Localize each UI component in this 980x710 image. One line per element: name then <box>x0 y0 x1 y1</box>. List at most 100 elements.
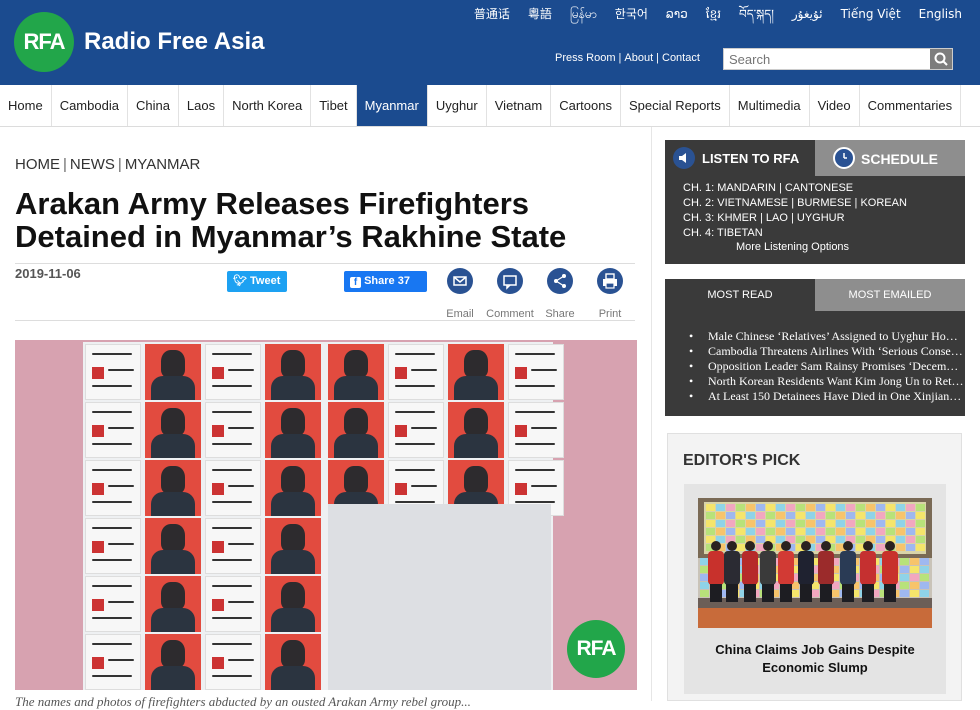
channel-list: CH. 1: MANDARIN | CANTONESE CH. 2: VIETN… <box>683 181 907 241</box>
schedule-tab[interactable]: SCHEDULE <box>815 140 965 176</box>
list-item[interactable]: North Korean Residents Want Kim Jong Un … <box>689 374 964 389</box>
search-input[interactable] <box>724 49 929 69</box>
breadcrumb: HOME | NEWS | MYANMAR <box>15 156 200 173</box>
nav-item-cambodia[interactable]: Cambodia <box>52 85 128 126</box>
portrait-photo <box>448 344 504 400</box>
listen-tab[interactable]: LISTEN TO RFA <box>665 140 815 176</box>
separator: | <box>117 156 122 173</box>
portrait-photo <box>265 460 321 516</box>
name-note <box>85 344 141 400</box>
name-note <box>205 576 261 632</box>
contact-link[interactable]: Contact <box>662 52 700 64</box>
editors-pick-card[interactable]: China Claims Job Gains Despite Economic … <box>684 484 946 694</box>
site-name[interactable]: Radio Free Asia <box>84 28 265 56</box>
name-note <box>205 634 261 690</box>
tab-most-read[interactable]: MOST READ <box>665 279 815 311</box>
nav-item-myanmar[interactable]: Myanmar <box>356 85 428 126</box>
listen-tab-label: LISTEN TO RFA <box>702 151 800 166</box>
separator: | <box>656 52 659 64</box>
breadcrumb-myanmar[interactable]: MYANMAR <box>125 156 201 173</box>
schedule-tab-label: SCHEDULE <box>861 151 939 167</box>
channel-link[interactable]: CH. 1: MANDARIN | CANTONESE <box>683 181 907 196</box>
tweet-button[interactable]: 🐦︎ Tweet <box>227 271 287 292</box>
tab-most-emailed[interactable]: MOST EMAILED <box>815 279 965 311</box>
blank-poster-area <box>328 504 551 690</box>
lang-link-khmer[interactable]: ខ្មែរ <box>706 6 721 22</box>
nav-item-north-korea[interactable]: North Korea <box>224 85 312 126</box>
speaker-icon <box>673 147 695 169</box>
nav-item-tibet[interactable]: Tibet <box>311 85 357 126</box>
print-label: Print <box>598 308 622 320</box>
lang-link-english[interactable]: English <box>919 6 962 22</box>
editors-pick-image[interactable] <box>698 498 932 628</box>
facebook-share-button[interactable]: f Share 37 <box>344 271 427 292</box>
name-note <box>85 634 141 690</box>
list-item[interactable]: Opposition Leader Sam Rainsy Promises ‘D… <box>689 359 964 374</box>
nav-item-china[interactable]: China <box>128 85 179 126</box>
about-link[interactable]: About <box>624 52 653 64</box>
lang-link-vietnamese[interactable]: Tiếng Việt <box>841 6 901 22</box>
portrait-photo <box>265 344 321 400</box>
nav-item-commentaries[interactable]: Commentaries <box>860 85 962 126</box>
name-note <box>388 402 444 458</box>
name-note <box>508 402 564 458</box>
channel-link[interactable]: CH. 4: TIBETAN <box>683 226 907 241</box>
comment-tool[interactable]: Comment <box>485 268 535 320</box>
name-note <box>205 402 261 458</box>
channel-link[interactable]: CH. 3: KHMER | LAO | UYGHUR <box>683 211 907 226</box>
breadcrumb-home[interactable]: HOME <box>15 156 60 173</box>
nav-item-cartoons[interactable]: Cartoons <box>551 85 621 126</box>
name-note <box>85 518 141 574</box>
print-icon <box>597 268 623 294</box>
name-note <box>85 576 141 632</box>
lang-link-tibetan[interactable]: བོད་སྐད། <box>739 6 774 22</box>
share-icon <box>547 268 573 294</box>
portrait-photo <box>145 576 201 632</box>
tweet-label: Tweet <box>250 275 281 287</box>
print-tool[interactable]: Print <box>585 268 635 320</box>
separator: | <box>63 156 67 173</box>
portrait-photo <box>265 634 321 690</box>
nav-item-home[interactable]: Home <box>0 85 52 126</box>
lang-link-uyghur[interactable]: ئۇيغۇر <box>792 6 823 22</box>
nav-item-video[interactable]: Video <box>810 85 860 126</box>
editors-pick-caption[interactable]: China Claims Job Gains Despite Economic … <box>684 641 946 677</box>
nav-item-laos[interactable]: Laos <box>179 85 225 126</box>
list-item[interactable]: Male Chinese ‘Relatives’ Assigned to Uyg… <box>689 329 964 344</box>
email-label: Email <box>446 308 474 320</box>
breadcrumb-news[interactable]: NEWS <box>70 156 115 173</box>
name-note <box>508 344 564 400</box>
share-tool[interactable]: Share <box>535 268 585 320</box>
nav-item-vietnam[interactable]: Vietnam <box>487 85 552 126</box>
twitter-icon: 🐦︎ <box>233 275 247 287</box>
nav-item-special-reports[interactable]: Special Reports <box>621 85 730 126</box>
lang-link-burmese[interactable]: မြန်မာ <box>570 6 597 22</box>
editors-pick-widget: EDITOR'S PICK China Claims Job Gains Des… <box>667 433 962 701</box>
list-item[interactable]: Cambodia Threatens Airlines With ‘Seriou… <box>689 344 964 359</box>
portrait-photo <box>265 518 321 574</box>
portrait-photo <box>265 402 321 458</box>
more-listening-link[interactable]: More Listening Options <box>665 241 920 253</box>
lang-link-cantonese[interactable]: 粵語 <box>528 6 552 22</box>
nav-item-multimedia[interactable]: Multimedia <box>730 85 810 126</box>
lang-link-mandarin[interactable]: 普通话 <box>474 6 510 22</box>
list-item[interactable]: At Least 150 Detainees Have Died in One … <box>689 389 964 404</box>
separator: | <box>618 52 622 64</box>
portrait-photo <box>145 634 201 690</box>
search-button[interactable] <box>930 49 952 69</box>
press-room-link[interactable]: Press Room <box>555 52 616 64</box>
photo-poster <box>83 342 564 690</box>
lang-link-korean[interactable]: 한국어 <box>615 6 648 22</box>
article-photo[interactable]: RFA <box>15 340 637 690</box>
lang-link-lao[interactable]: ລາວ <box>666 6 688 22</box>
channel-link[interactable]: CH. 2: VIETNAMESE | BURMESE | KOREAN <box>683 196 907 211</box>
rfa-logo[interactable]: RFA <box>14 12 74 72</box>
share-label: Share <box>364 275 395 287</box>
email-tool[interactable]: Email <box>435 268 485 320</box>
nav-item-uyghur[interactable]: Uyghur <box>428 85 487 126</box>
most-read-list: Male Chinese ‘Relatives’ Assigned to Uyg… <box>689 329 964 404</box>
name-note <box>205 518 261 574</box>
top-links: Press Room | About | Contact <box>555 52 700 64</box>
divider <box>651 127 652 701</box>
site-header: RFA Radio Free Asia 普通话 粵語 မြန်မာ 한국어 ລາ… <box>0 0 980 85</box>
